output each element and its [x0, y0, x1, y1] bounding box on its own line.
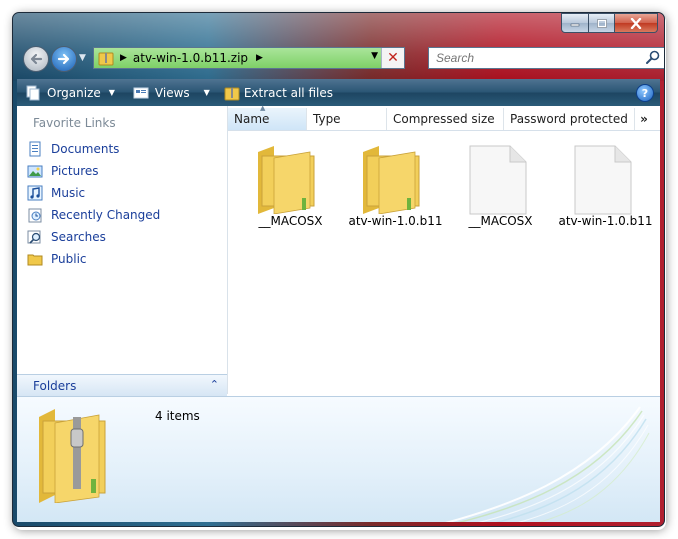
organize-label: Organize [47, 85, 101, 100]
zip-folder-icon [224, 87, 240, 100]
sidebar-item-label: Music [51, 186, 86, 200]
sidebar-item-documents[interactable]: Documents [27, 138, 160, 160]
extract-all-label: Extract all files [243, 85, 333, 100]
folder-icon [363, 146, 420, 214]
command-toolbar: Organize ▼ Views ▼ Extract all files ? [17, 79, 660, 106]
address-history-dropdown[interactable]: ▼ [371, 51, 378, 61]
sidebar-item-recently-changed[interactable]: Recently Changed [27, 204, 160, 226]
search-input[interactable] [434, 50, 638, 66]
minimize-button[interactable] [561, 13, 589, 33]
minimize-icon [570, 23, 580, 27]
search-icon[interactable] [645, 49, 661, 65]
navigation-pane: Favorite Links Documents Pictures Music … [17, 106, 228, 397]
item-count: 4 items [155, 409, 200, 423]
maximize-icon [596, 18, 607, 28]
music-icon [27, 185, 43, 201]
double-chevron-right-icon: » [640, 112, 648, 126]
zip-folder-icon [98, 52, 114, 66]
help-button[interactable]: ? [636, 84, 654, 102]
file-item[interactable]: __MACOSX [448, 138, 553, 248]
chevron-down-icon: ▼ [203, 88, 210, 97]
help-icon: ? [641, 86, 649, 100]
content-area: Favorite Links Documents Pictures Music … [17, 104, 660, 522]
documents-icon [29, 141, 41, 157]
sidebar-item-label: Recently Changed [51, 208, 161, 222]
public-folder-icon [27, 254, 43, 266]
file-list-pane: ▲ Name Type Compressed size Password pro… [228, 104, 660, 396]
blank-file-icon [469, 145, 527, 215]
folder-icon [258, 146, 315, 214]
details-pane: 4 items [17, 396, 660, 522]
file-name: atv-win-1.0.b11 [348, 214, 443, 228]
explorer-window: ▼ ▶ atv-win-1.0.b11.zip ▶ ▼ ✕ Organize ▼… [12, 12, 665, 527]
views-label: Views [154, 85, 190, 100]
views-icon [133, 87, 149, 98]
column-header-name[interactable]: ▲ Name [228, 104, 307, 130]
sidebar-item-label: Searches [51, 230, 106, 244]
forward-button[interactable] [51, 46, 77, 72]
sidebar-item-label: Public [51, 252, 87, 266]
forward-arrow-icon [57, 53, 70, 65]
file-item[interactable]: atv-win-1.0.b11 [553, 138, 658, 248]
column-header-label: Compressed size [393, 112, 495, 126]
address-bar[interactable]: ▶ atv-win-1.0.b11.zip ▶ ▼ ✕ [93, 47, 405, 69]
search-box[interactable] [428, 47, 664, 69]
column-header-label: Name [234, 112, 270, 126]
zip-folder-large-icon [39, 409, 106, 503]
file-name: atv-win-1.0.b11 [558, 214, 653, 228]
pictures-icon [27, 165, 43, 178]
organize-icon [26, 85, 40, 100]
column-header-compressed-size[interactable]: Compressed size [387, 108, 504, 130]
breadcrumb-separator-icon: ▶ [120, 53, 127, 63]
file-item[interactable]: __MACOSX [238, 138, 343, 248]
folders-label: Folders [33, 379, 77, 393]
back-arrow-icon [30, 53, 43, 65]
recently-changed-icon [28, 208, 42, 223]
file-icons-view: __MACOSX atv-win-1.0.b11 __MACOSX atv-wi… [238, 138, 658, 248]
back-button[interactable] [23, 46, 49, 72]
sidebar-item-searches[interactable]: Searches [27, 226, 160, 248]
address-path[interactable]: atv-win-1.0.b11.zip [133, 51, 248, 65]
sidebar-item-label: Documents [51, 142, 120, 156]
maximize-button[interactable] [589, 13, 615, 33]
stop-button[interactable]: ✕ [381, 48, 404, 68]
sort-ascending-icon: ▲ [260, 104, 266, 112]
file-item[interactable]: atv-win-1.0.b11 [343, 138, 448, 248]
chevron-up-icon[interactable]: ⌃ [210, 378, 219, 391]
column-header-label: Password protected [510, 112, 628, 126]
folders-toggle[interactable]: Folders ⌃ [17, 374, 227, 397]
column-header-label: Type [313, 112, 341, 126]
close-icon [630, 17, 642, 29]
views-menu[interactable]: Views ▼ [127, 79, 216, 106]
column-header-password-protected[interactable]: Password protected [504, 108, 635, 130]
breadcrumb-separator-icon: ▶ [256, 53, 263, 63]
stop-icon: ✕ [387, 50, 399, 66]
blank-file-icon [574, 145, 632, 215]
organize-menu[interactable]: Organize ▼ [17, 79, 121, 106]
sidebar-item-label: Pictures [51, 164, 99, 178]
chevron-down-icon: ▼ [108, 88, 115, 97]
file-name: __MACOSX [258, 214, 323, 228]
decorative-swoosh [445, 406, 650, 522]
sidebar-item-music[interactable]: Music [27, 182, 160, 204]
file-name: __MACOSX [468, 214, 533, 228]
searches-icon [27, 230, 41, 244]
sidebar-item-pictures[interactable]: Pictures [27, 160, 160, 182]
column-header-row: ▲ Name Type Compressed size Password pro… [228, 104, 660, 131]
close-button[interactable] [615, 13, 658, 33]
extract-all-button[interactable]: Extract all files [218, 79, 339, 106]
caption-buttons [561, 13, 658, 33]
column-header-type[interactable]: Type [307, 108, 387, 130]
sidebar-item-public[interactable]: Public [27, 248, 160, 270]
more-columns-button[interactable]: » [635, 108, 653, 130]
favorite-links-heading: Favorite Links [33, 116, 116, 130]
favorite-links-list: Documents Pictures Music Recently Change… [27, 138, 160, 270]
recent-pages-dropdown[interactable]: ▼ [79, 53, 86, 63]
navigation-bar: ▼ ▶ atv-win-1.0.b11.zip ▶ ▼ ✕ [21, 45, 664, 72]
